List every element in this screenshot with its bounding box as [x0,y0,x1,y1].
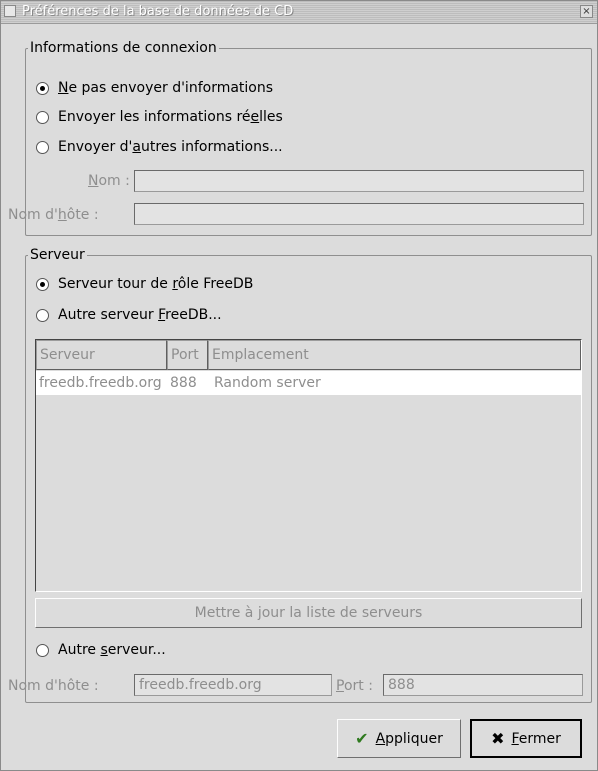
cell-port: 888 [170,375,197,391]
cell-server: freedb.freedb.org [39,375,162,391]
radio-real-info-indicator[interactable] [36,110,49,124]
radio-other-server-label: Autre serveur... [58,642,166,658]
server-port-label: Port : [336,678,373,694]
connection-group: Informations de connexion Ne pas envoyer… [8,40,592,236]
name-field[interactable] [134,170,584,192]
radio-freedb-round-robin[interactable]: Serveur tour de rôle FreeDB [36,274,253,294]
update-server-list-button[interactable]: Mettre à jour la liste de serveurs [35,598,582,628]
host-field[interactable] [134,203,584,225]
radio-other-freedb-indicator[interactable] [36,308,49,322]
server-legend: Serveur [28,247,87,263]
server-port-field[interactable] [383,674,583,696]
column-header-server[interactable]: Serveur [36,340,167,370]
radio-freedb-round-robin-indicator[interactable] [36,277,49,291]
title-bar[interactable]: Préférences de la base de données de CD … [1,1,597,24]
table-row[interactable]: freedb.freedb.org 888 Random server [36,371,581,395]
apply-button[interactable]: ✔ Appliquer [337,719,461,758]
radio-no-info-indicator[interactable] [36,81,49,95]
radio-other-info-label: Envoyer d'autres informations... [58,139,283,155]
radio-other-server[interactable]: Autre serveur... [36,640,166,660]
window-menu-icon[interactable] [4,5,16,17]
name-label: Nom : [88,173,130,189]
column-header-port[interactable]: Port [167,340,208,370]
close-button-label: Fermer [511,730,561,747]
preferences-window: Préférences de la base de données de CD … [0,0,598,771]
radio-real-info-label: Envoyer les informations réelles [58,109,283,125]
radio-real-info[interactable]: Envoyer les informations réelles [36,107,283,127]
radio-other-info-indicator[interactable] [36,140,49,154]
connection-legend: Informations de connexion [28,40,219,56]
window-close-icon[interactable]: × [580,5,593,18]
radio-other-freedb-label: Autre serveur FreeDB... [58,307,222,323]
window-title: Préférences de la base de données de CD [22,4,294,19]
apply-button-label: Appliquer [375,730,443,747]
server-list-header: Serveur Port Emplacement [36,340,581,370]
radio-freedb-round-robin-label: Serveur tour de rôle FreeDB [58,276,254,292]
column-header-location[interactable]: Emplacement [208,340,581,370]
check-icon: ✔ [355,729,369,748]
host-label: Nom d'hôte : [8,207,99,223]
radio-other-server-indicator[interactable] [36,643,49,657]
close-icon: ✖ [491,729,505,748]
radio-other-freedb[interactable]: Autre serveur FreeDB... [36,305,222,325]
server-host-label: Nom d'hôte : [8,678,99,694]
server-host-field[interactable] [134,674,332,696]
radio-no-info[interactable]: Ne pas envoyer d'informations [36,78,273,98]
close-button[interactable]: ✖ Fermer [470,719,582,758]
cell-location: Random server [214,375,321,391]
radio-other-info[interactable]: Envoyer d'autres informations... [36,137,283,157]
radio-no-info-label: Ne pas envoyer d'informations [58,80,274,96]
server-list[interactable]: Serveur Port Emplacement freedb.freedb.o… [35,339,582,592]
